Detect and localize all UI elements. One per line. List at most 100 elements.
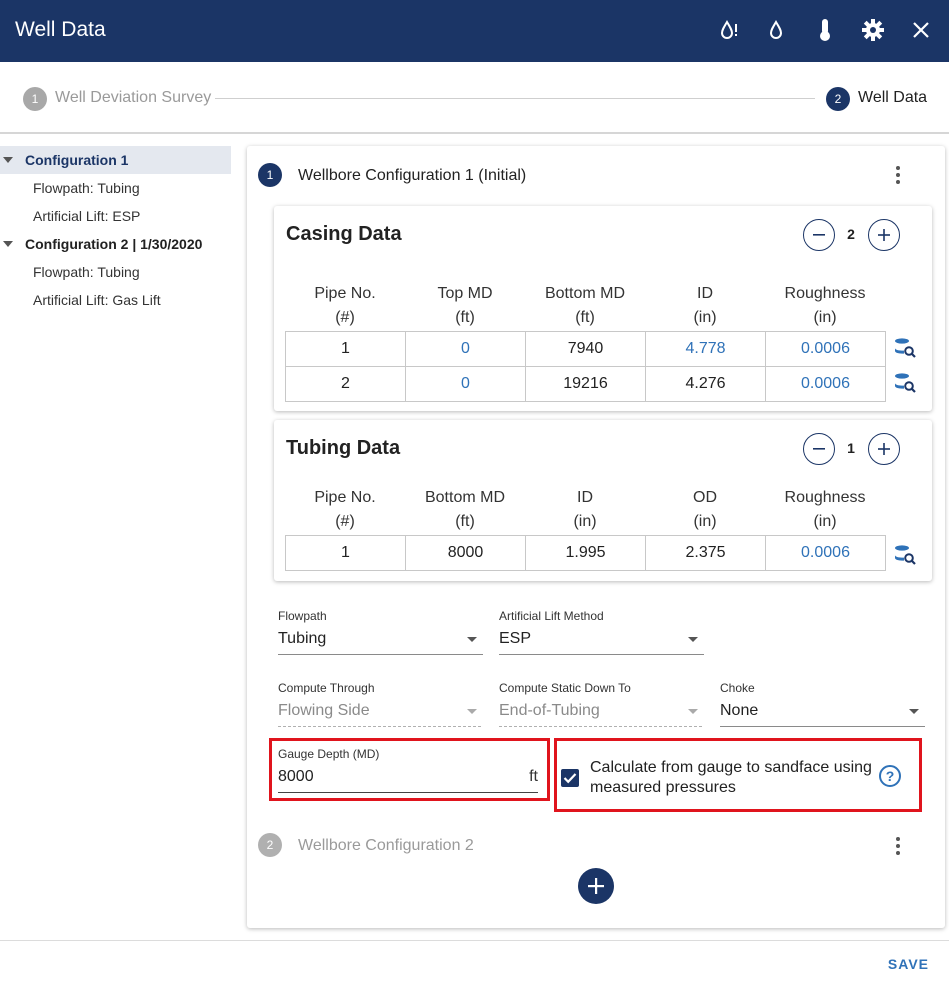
step-1-label[interactable]: Well Deviation Survey [55, 89, 211, 107]
step-2-number[interactable]: 2 [826, 87, 850, 111]
table-cell[interactable]: 8000 [405, 535, 526, 571]
dropdown-arrow-icon [909, 709, 919, 714]
table-cell[interactable]: 7940 [525, 331, 646, 367]
tree-item-label: Flowpath: Tubing [33, 264, 140, 280]
dropdown-arrow-icon [467, 637, 477, 642]
tree-item-flowpath[interactable]: Flowpath: Tubing [0, 258, 231, 286]
choke-label: Choke [720, 681, 755, 695]
database-search-icon[interactable] [894, 372, 916, 394]
save-button[interactable]: SAVE [888, 956, 929, 972]
tubing-count: 1 [847, 440, 855, 456]
choke-value: None [720, 702, 759, 719]
gauge-depth-unit: ft [529, 768, 538, 785]
casing-data-title: Casing Data [286, 223, 402, 245]
caret-down-icon[interactable] [3, 241, 13, 247]
column-header-top-md: Top MD (ft) [437, 285, 493, 326]
add-tubing-button[interactable] [868, 433, 900, 465]
table-cell[interactable]: 1.995 [525, 535, 646, 571]
tree-item-label: Configuration 1 [25, 152, 129, 168]
wellbore-1-number: 1 [258, 163, 282, 187]
column-header-roughness: Roughness (in) [784, 285, 866, 326]
tree-item-artificial-lift[interactable]: Artificial Lift: ESP [0, 202, 231, 230]
artificial-lift-value: ESP [499, 630, 532, 647]
wellbore-2-title[interactable]: Wellbore Configuration 2 [298, 837, 474, 855]
calc-from-gauge-checkbox[interactable] [561, 769, 579, 787]
flowpath-select[interactable]: Flowpath Tubing [278, 609, 483, 655]
drop-icon[interactable] [763, 17, 789, 43]
tubing-data-title: Tubing Data [286, 437, 401, 459]
tree-item-artificial-lift[interactable]: Artificial Lift: Gas Lift [0, 286, 231, 314]
artificial-lift-label: Artificial Lift Method [499, 609, 604, 623]
gauge-depth-label: Gauge Depth (MD) [278, 747, 380, 761]
compute-through-select: Compute Through Flowing Side [278, 681, 483, 727]
remove-tubing-button[interactable] [803, 433, 835, 465]
column-header-id: ID (in) [573, 489, 597, 530]
table-cell[interactable]: 2.375 [645, 535, 766, 571]
calc-from-gauge-label: Calculate from gauge to sandface using m… [590, 759, 872, 796]
tree-item-configuration-1[interactable]: Configuration 1 [0, 146, 231, 174]
table-cell[interactable]: 1 [285, 535, 406, 571]
dialog-title: Well Data [15, 18, 106, 41]
casing-data-card: Casing Data 2 Pipe No. (#) Top MD (ft) Bot… [274, 206, 932, 411]
gear-icon[interactable] [860, 17, 886, 43]
tree-item-label: Configuration 2 | 1/30/2020 [25, 236, 203, 252]
dropdown-arrow-icon [688, 709, 698, 714]
tubing-table: 1 8000 1.995 2.375 0.0006 [285, 535, 886, 571]
column-header-roughness: Roughness (in) [784, 489, 866, 530]
add-configuration-button[interactable] [578, 868, 614, 904]
tree-item-label: Flowpath: Tubing [33, 180, 140, 196]
table-row: 2 0 19216 4.276 0.0006 [285, 366, 886, 402]
database-search-icon[interactable] [894, 544, 916, 566]
compute-static-select: Compute Static Down To End-of-Tubing [499, 681, 704, 727]
table-cell[interactable]: 2 [285, 366, 406, 402]
drop-alert-icon[interactable] [716, 17, 742, 43]
gauge-depth-input[interactable]: Gauge Depth (MD) 8000 ft [278, 747, 538, 793]
database-search-icon[interactable] [894, 337, 916, 359]
step-2-label[interactable]: Well Data [858, 89, 927, 107]
column-header-id: ID (in) [693, 285, 717, 326]
table-cell[interactable]: 0 [405, 331, 526, 367]
dialog-footer: SAVE [0, 940, 949, 989]
table-cell[interactable]: 0.0006 [765, 535, 886, 571]
help-icon[interactable]: ? [879, 765, 901, 787]
tree-item-label: Artificial Lift: Gas Lift [33, 292, 161, 308]
more-vert-icon[interactable] [888, 834, 908, 858]
gauge-depth-value: 8000 [278, 768, 314, 785]
table-cell[interactable]: 0 [405, 366, 526, 402]
column-header-bottom-md: Bottom MD (ft) [424, 489, 505, 530]
caret-down-icon[interactable] [3, 157, 13, 163]
thermometer-icon[interactable] [812, 17, 838, 43]
configuration-tree: Configuration 1 Flowpath: Tubing Artific… [0, 146, 231, 314]
table-cell[interactable]: 0.0006 [765, 366, 886, 402]
artificial-lift-select[interactable]: Artificial Lift Method ESP [499, 609, 704, 655]
compute-through-value: Flowing Side [278, 702, 370, 719]
table-cell[interactable]: 4.778 [645, 331, 766, 367]
tree-item-configuration-2[interactable]: Configuration 2 | 1/30/2020 [0, 230, 231, 258]
table-cell[interactable]: 1 [285, 331, 406, 367]
close-icon[interactable] [908, 17, 934, 43]
table-cell[interactable]: 19216 [525, 366, 646, 402]
wellbore-2-number: 2 [258, 833, 282, 857]
step-1-number[interactable]: 1 [23, 87, 47, 111]
tree-item-label: Artificial Lift: ESP [33, 208, 141, 224]
table-cell[interactable]: 0.0006 [765, 331, 886, 367]
choke-select[interactable]: Choke None [720, 681, 925, 727]
plus-icon [588, 878, 604, 894]
compute-through-label: Compute Through [278, 681, 375, 695]
table-cell[interactable]: 4.276 [645, 366, 766, 402]
add-casing-button[interactable] [868, 219, 900, 251]
compute-static-value: End-of-Tubing [499, 702, 600, 719]
column-header-pipe-no: Pipe No. (#) [314, 489, 376, 530]
dropdown-arrow-icon [688, 637, 698, 642]
column-header-pipe-no: Pipe No. (#) [314, 285, 376, 326]
table-row: 1 0 7940 4.778 0.0006 [285, 331, 886, 367]
casing-count: 2 [847, 226, 855, 242]
remove-casing-button[interactable] [803, 219, 835, 251]
tree-item-flowpath[interactable]: Flowpath: Tubing [0, 174, 231, 202]
compute-static-label: Compute Static Down To [499, 681, 631, 695]
more-vert-icon[interactable] [888, 163, 908, 187]
wellbore-1-title[interactable]: Wellbore Configuration 1 (Initial) [298, 167, 526, 185]
tubing-data-card: Tubing Data 1 Pipe No. (#) Bottom MD (ft) … [274, 420, 932, 581]
dropdown-arrow-icon [467, 709, 477, 714]
app-header: Well Data [0, 0, 949, 62]
